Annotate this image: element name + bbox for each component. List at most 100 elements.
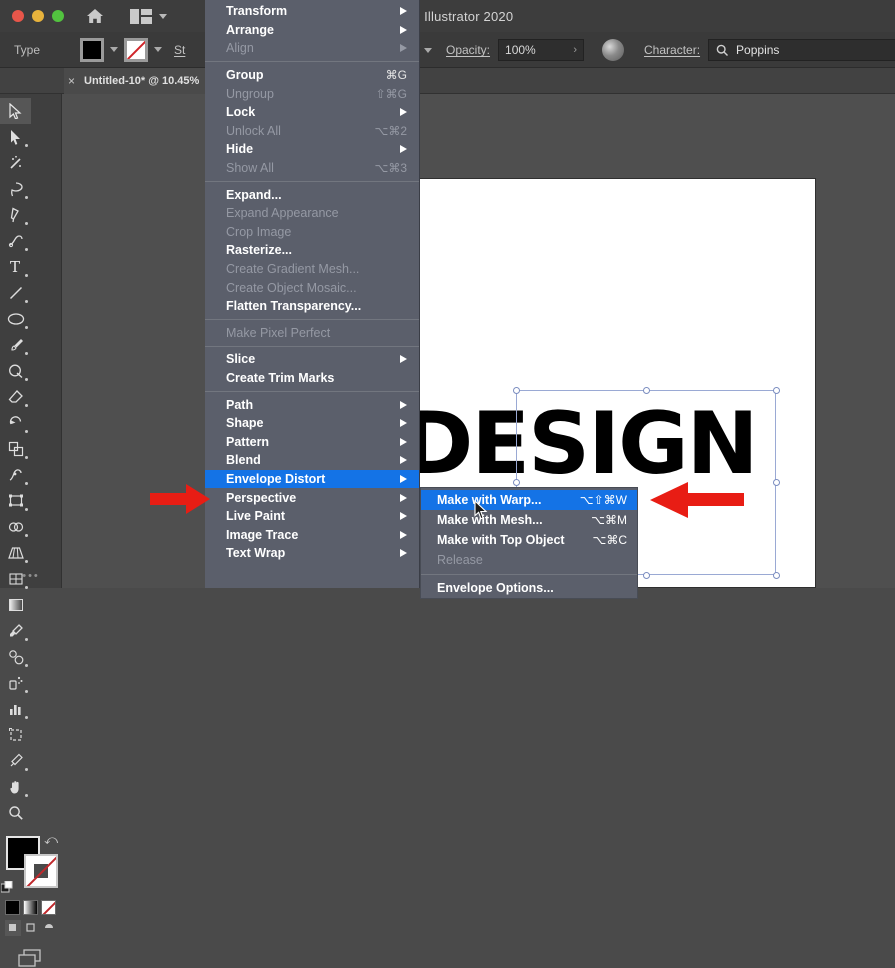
pen-tool[interactable] (0, 202, 31, 228)
menu-item-hide[interactable]: Hide (205, 140, 419, 159)
menu-item-expand[interactable]: Expand... (205, 185, 419, 204)
menu-item-image-trace[interactable]: Image Trace (205, 525, 419, 544)
fill-stroke-group[interactable] (80, 37, 163, 62)
opacity-input[interactable]: 100% › (498, 39, 585, 61)
menu-item-arrange[interactable]: Arrange (205, 21, 419, 40)
ellipse-tool[interactable] (0, 306, 31, 332)
color-mode-solid-button[interactable] (5, 900, 20, 915)
object-menu[interactable]: Transform Arrange Align Group ⌘G Ungroup ⇧⌘G Lo… (205, 0, 420, 588)
menu-item-live-paint[interactable]: Live Paint (205, 507, 419, 526)
curvature-tool[interactable] (0, 228, 31, 254)
menu-item-flatten-transparency[interactable]: Flatten Transparency... (205, 297, 419, 316)
eraser-tool[interactable] (0, 384, 31, 410)
opacity-label[interactable]: Opacity: (446, 43, 490, 57)
submenu-item-shortcut: ⌥⌘C (592, 533, 628, 547)
menu-item-group[interactable]: Group ⌘G (205, 66, 419, 85)
paintbrush-tool[interactable] (0, 332, 31, 358)
fill-chevron-down-icon[interactable] (110, 47, 119, 52)
menu-item-text-wrap[interactable]: Text Wrap (205, 544, 419, 563)
draw-inside-button[interactable] (41, 920, 57, 936)
panel-drag-handle[interactable]: ••• (0, 570, 62, 582)
menu-item-envelope-distort[interactable]: Envelope Distort (205, 469, 419, 489)
document-tab-label: Untitled-10* @ 10.45% (84, 75, 200, 87)
blend-tool[interactable] (0, 644, 31, 670)
selection-tool[interactable] (0, 98, 31, 124)
shape-builder-tool[interactable] (0, 514, 31, 540)
submenu-item-make-with-mesh[interactable]: Make with Mesh... ⌥⌘M (421, 510, 637, 530)
menu-item-blend[interactable]: Blend (205, 451, 419, 470)
fill-swatch-button[interactable] (80, 37, 105, 62)
shaper-tool[interactable] (0, 358, 31, 384)
submenu-separator (421, 573, 637, 575)
stroke-weight-chevron-icon[interactable] (424, 47, 432, 53)
submenu-item-make-with-warp[interactable]: Make with Warp... ⌥⇧⌘W (421, 490, 637, 510)
menu-item-create-trim-marks[interactable]: Create Trim Marks (205, 369, 419, 388)
draw-behind-button[interactable] (23, 920, 39, 936)
document-tab[interactable]: × Untitled-10* @ 10.45% (64, 68, 214, 94)
selection-handle-top-center[interactable] (643, 387, 650, 394)
swap-fill-stroke-icon[interactable]: ⤺ (44, 832, 58, 848)
menu-item-rasterize[interactable]: Rasterize... (205, 241, 419, 260)
lasso-tool[interactable] (0, 176, 31, 202)
column-graph-tool[interactable] (0, 696, 31, 722)
artboard-tool[interactable] (0, 722, 31, 748)
recolor-artwork-icon[interactable] (602, 39, 625, 61)
stroke-swatch-button[interactable] (124, 37, 149, 62)
menu-item-slice[interactable]: Slice (205, 350, 419, 369)
color-mode-row[interactable] (0, 900, 61, 915)
menu-item-label: Group (226, 68, 264, 83)
fill-stroke-cluster[interactable]: ⤺ (0, 832, 62, 898)
character-label[interactable]: Character: (644, 43, 700, 57)
stroke-color-box[interactable] (24, 854, 58, 888)
gradient-tool[interactable] (0, 592, 31, 618)
selection-handle-middle-left[interactable] (513, 479, 520, 486)
eyedropper-tool[interactable] (0, 618, 31, 644)
menu-separator (205, 180, 419, 182)
menu-item-create-gradient-mesh: Create Gradient Mesh... (205, 260, 419, 279)
menu-separator (205, 390, 419, 392)
color-mode-gradient-button[interactable] (23, 900, 38, 915)
menu-item-label: Unlock All (226, 123, 281, 138)
free-transform-tool[interactable] (0, 488, 31, 514)
menu-item-path[interactable]: Path (205, 395, 419, 414)
menu-item-lock[interactable]: Lock (205, 103, 419, 122)
zoom-tool[interactable] (0, 800, 31, 826)
line-segment-tool[interactable] (0, 280, 31, 306)
selection-handle-bottom-center[interactable] (643, 572, 650, 579)
submenu-item-envelope-options[interactable]: Envelope Options... (421, 578, 637, 598)
type-tool[interactable]: T (0, 254, 31, 280)
selection-handle-middle-right[interactable] (773, 479, 780, 486)
slice-tool[interactable] (0, 748, 31, 774)
width-tool[interactable] (0, 462, 31, 488)
rotate-tool[interactable] (0, 410, 31, 436)
menu-item-perspective[interactable]: Perspective (205, 488, 419, 507)
stroke-chevron-down-icon[interactable] (154, 47, 163, 52)
default-fill-stroke-icon[interactable] (0, 880, 14, 894)
symbol-sprayer-tool[interactable] (0, 670, 31, 696)
change-screen-mode-button[interactable] (0, 948, 61, 968)
selection-handle-bottom-right[interactable] (773, 572, 780, 579)
close-icon[interactable]: × (68, 75, 75, 87)
submenu-arrow-icon (400, 355, 407, 364)
menu-item-pattern[interactable]: Pattern (205, 432, 419, 451)
direct-selection-tool[interactable] (0, 124, 31, 150)
hand-tool[interactable] (0, 774, 31, 800)
color-mode-none-button[interactable] (41, 900, 56, 915)
menu-item-label: Perspective (226, 490, 297, 505)
magic-wand-tool[interactable] (0, 150, 31, 176)
scale-tool[interactable] (0, 436, 31, 462)
selection-handle-top-left[interactable] (513, 387, 520, 394)
stroke-label[interactable]: St (174, 43, 185, 57)
draw-normal-button[interactable] (5, 920, 21, 936)
submenu-arrow-icon (400, 437, 407, 446)
font-family-select[interactable]: Poppins (708, 39, 895, 61)
menu-item-transform[interactable]: Transform (205, 2, 419, 21)
perspective-grid-tool[interactable] (0, 540, 31, 566)
menu-item-shape[interactable]: Shape (205, 414, 419, 433)
submenu-item-shortcut: ⌥⇧⌘W (579, 493, 627, 507)
envelope-distort-submenu[interactable]: Make with Warp... ⌥⇧⌘W Make with Mesh... ⌥⌘… (420, 487, 638, 599)
selection-handle-top-right[interactable] (773, 387, 780, 394)
opacity-expand-icon[interactable]: › (573, 44, 577, 56)
drawing-modes-row[interactable] (0, 920, 61, 936)
submenu-item-make-with-top-object[interactable]: Make with Top Object ⌥⌘C (421, 530, 637, 550)
